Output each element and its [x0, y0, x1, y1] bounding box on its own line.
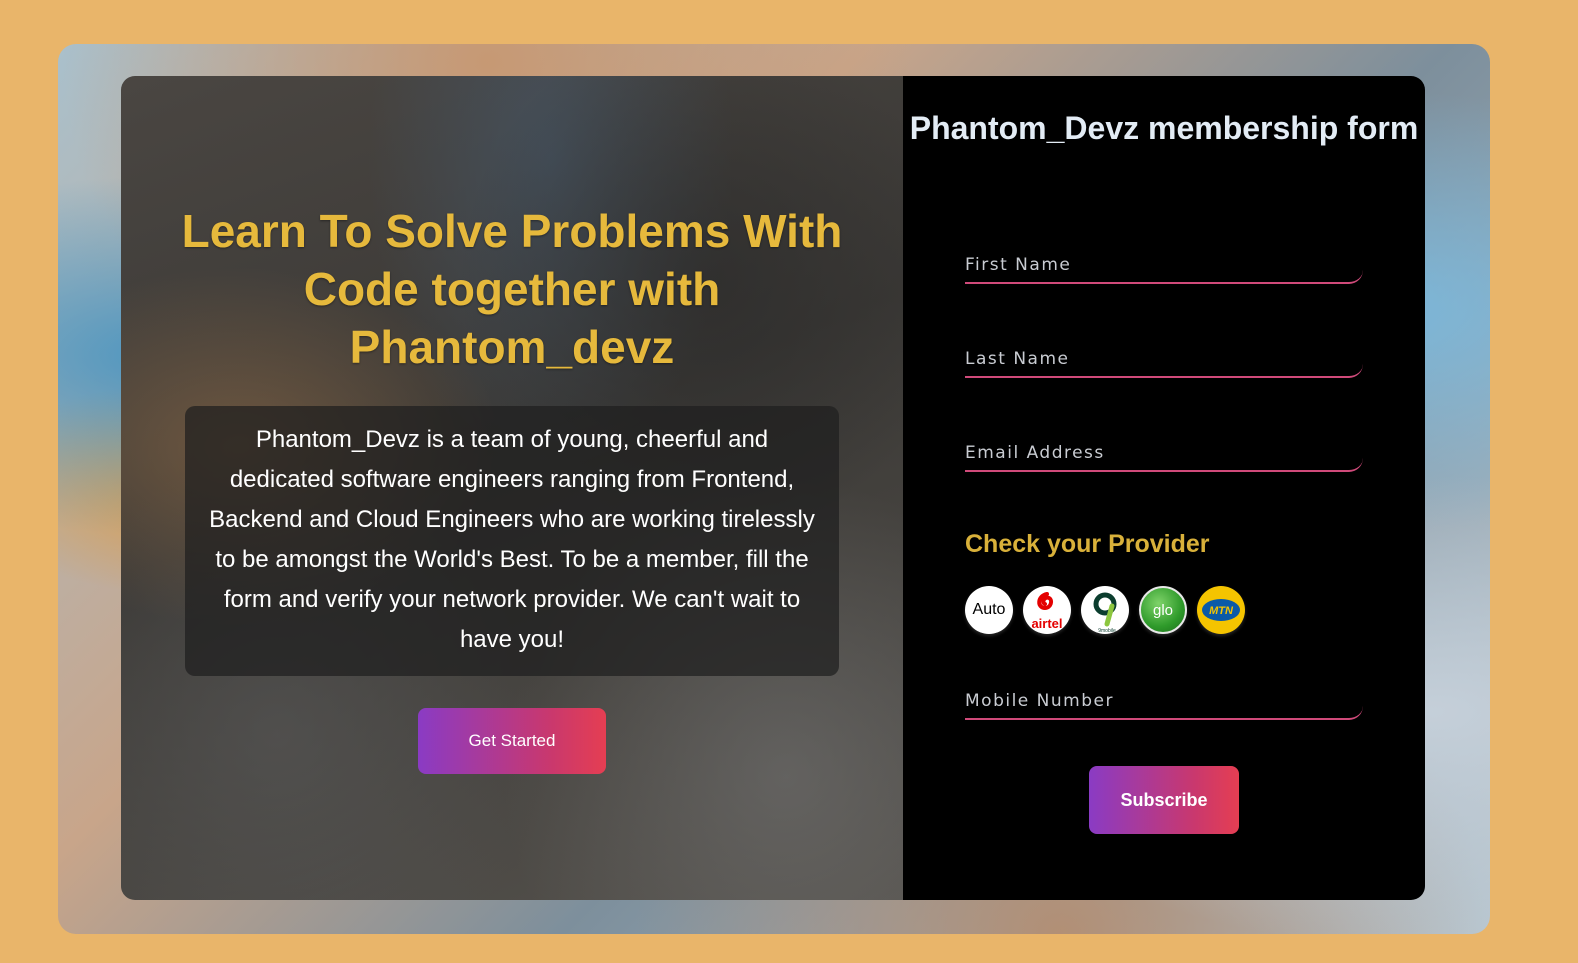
last-name-field-wrapper: [965, 338, 1363, 378]
first-name-input[interactable]: [965, 244, 1363, 280]
subscribe-button[interactable]: Subscribe: [1089, 766, 1239, 834]
provider-airtel-button[interactable]: airtel: [1023, 586, 1071, 634]
main-card: Learn To Solve Problems With Code togeth…: [121, 76, 1425, 900]
form-title: Phantom_Devz membership form: [909, 110, 1419, 146]
svg-text:glo: glo: [1153, 602, 1173, 619]
mtn-logo-icon: MTN: [1202, 599, 1240, 621]
email-input[interactable]: [965, 432, 1363, 468]
about-text: Phantom_Devz is a team of young, cheerfu…: [209, 426, 815, 653]
first-name-field-wrapper: [965, 244, 1363, 284]
email-field-wrapper: [965, 432, 1363, 472]
mobile-number-input[interactable]: [965, 680, 1363, 716]
last-name-input[interactable]: [965, 338, 1363, 374]
glo-logo-icon: glo: [1153, 602, 1173, 619]
about-box: Phantom_Devz is a team of young, cheerfu…: [185, 406, 839, 676]
9mobile-logo-icon: 9mobile: [1093, 592, 1117, 634]
provider-mtn-button[interactable]: MTN: [1197, 586, 1245, 634]
svg-text:MTN: MTN: [1209, 605, 1234, 617]
mobile-field-wrapper: [965, 680, 1363, 720]
hero-headline: Learn To Solve Problems With Code togeth…: [181, 205, 843, 373]
get-started-button[interactable]: Get Started: [418, 708, 606, 774]
provider-options: Auto airtel 9mobile glo MTN: [965, 586, 1245, 634]
provider-9mobile-button[interactable]: 9mobile: [1081, 586, 1129, 634]
provider-heading: Check your Provider: [965, 530, 1210, 558]
provider-glo-button[interactable]: glo: [1139, 586, 1187, 634]
provider-auto-button[interactable]: Auto: [965, 586, 1013, 634]
membership-form-panel: Phantom_Devz membership form Check your …: [903, 76, 1425, 900]
airtel-logo-icon: airtel: [1031, 592, 1063, 631]
auto-icon: Auto: [972, 601, 1006, 618]
hero-panel: Learn To Solve Problems With Code togeth…: [121, 76, 903, 900]
svg-text:airtel: airtel: [1031, 616, 1062, 631]
svg-text:9mobile: 9mobile: [1098, 628, 1116, 634]
